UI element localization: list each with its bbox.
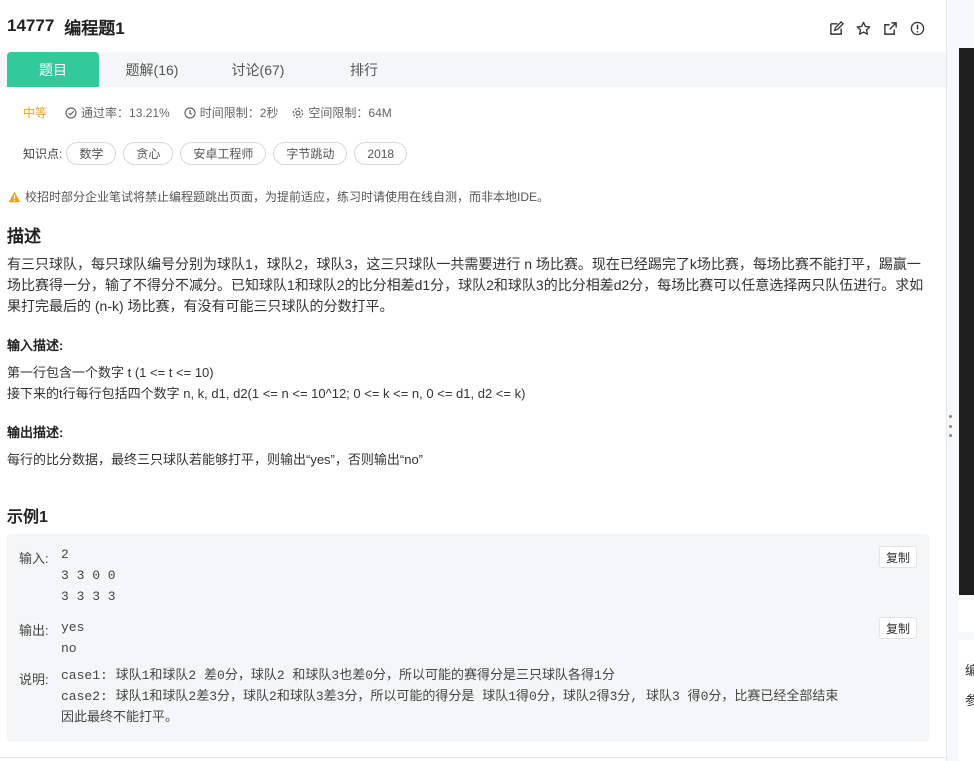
right-panel-text: 编 <box>965 663 974 678</box>
tab-solutions[interactable]: 题解(16) <box>99 52 205 87</box>
example-output-label: 输出: <box>19 623 49 638</box>
knowledge-tags: 知识点: 数学 贪心 安卓工程师 字节跳动 2018 <box>23 142 414 165</box>
example-input-label: 输入: <box>19 551 49 566</box>
info-icon[interactable] <box>909 20 926 37</box>
difficulty-badge: 中等 <box>23 106 48 120</box>
example-note-label: 说明: <box>19 672 49 687</box>
input-desc-line2: 接下来的t行每行包括四个数字 n, k, d1, d2(1 <= n <= 10… <box>7 386 526 401</box>
editor-toolbar <box>959 600 974 632</box>
clock-icon <box>184 106 196 119</box>
example-note-line: case2: 球队1和球队2差3分，球队2和球队3差3分，所以可能的得分是 球队… <box>61 689 839 704</box>
description-text: 有三只球队，每只球队编号分别为球队1，球队2，球队3，这三只球队一共需要进行 n… <box>7 256 924 314</box>
time-limit-text: 时间限制：2秒 <box>199 106 279 120</box>
tag-item[interactable]: 字节跳动 <box>273 142 348 165</box>
example-output-line: no <box>61 641 77 656</box>
input-desc-heading: 输入描述: <box>7 338 64 353</box>
problem-tabs: 题目 题解(16) 讨论(67) 排行 <box>0 52 946 87</box>
problem-meta: 中等 通过率：13.21% 时间限制：2秒 空间限制：64M <box>23 104 406 121</box>
example-note: case1: 球队1和球队2 差0分，球队2 和球队3也差0分，所以可能的赛得分… <box>61 665 838 728</box>
example-input-line: 2 <box>61 547 69 562</box>
divider <box>0 757 946 758</box>
tab-problem[interactable]: 题目 <box>7 52 99 87</box>
example-output-line: yes <box>61 620 85 635</box>
panel-resize-handle[interactable] <box>946 415 954 437</box>
example-output: yes no <box>61 617 84 659</box>
share-icon[interactable] <box>882 20 899 37</box>
problem-id: 14777 <box>7 16 55 35</box>
tab-ranking[interactable]: 排行 <box>311 52 417 87</box>
example-input: 2 3 3 0 0 3 3 3 3 <box>61 544 116 607</box>
tag-item[interactable]: 2018 <box>354 142 408 165</box>
space-limit: 空间限制：64M <box>292 104 392 121</box>
description-heading: 描述 <box>7 227 41 246</box>
output-desc-heading: 输出描述: <box>7 425 64 440</box>
star-icon[interactable] <box>855 20 872 37</box>
header-actions <box>828 20 926 37</box>
tags-label: 知识点: <box>23 147 63 161</box>
input-desc-line1: 第一行包含一个数字 t (1 <= t <= 10) <box>7 365 214 380</box>
right-panel: 编 参 <box>946 0 974 761</box>
pass-rate-text: 通过率：13.21% <box>81 106 170 120</box>
check-circle-icon <box>65 106 77 119</box>
example-input-line: 3 3 0 0 <box>61 568 116 583</box>
right-panel-text: 参 <box>965 693 974 708</box>
tag-item[interactable]: 贪心 <box>123 142 174 165</box>
tab-discussion[interactable]: 讨论(67) <box>205 52 311 87</box>
example-note-line: 因此最终不能打平。 <box>61 710 179 725</box>
example-box: 输入: 23 3 0 03 3 3 3 复制 输出: yes no 复制 说明: … <box>7 534 929 742</box>
problem-panel: 14777 编程题1 题目 题解(16) 讨论(67) 排行 中等 通过率：13… <box>0 0 946 761</box>
tag-item[interactable]: 安卓工程师 <box>180 142 267 165</box>
edit-icon[interactable] <box>828 20 845 37</box>
warning-text: 校招时部分企业笔试将禁止编程题跳出页面，为提前适应，练习时请使用在线自测，而非本… <box>25 190 550 204</box>
exam-warning: 校招时部分企业笔试将禁止编程题跳出页面，为提前适应，练习时请使用在线自测，而非本… <box>8 188 549 205</box>
problem-header: 14777 编程题1 <box>0 0 946 52</box>
copy-output-button[interactable]: 复制 <box>878 617 917 639</box>
copy-input-button[interactable]: 复制 <box>878 546 917 568</box>
tag-item[interactable]: 数学 <box>66 142 117 165</box>
example-input-line: 3 3 3 3 <box>61 589 116 604</box>
example-heading: 示例1 <box>7 509 48 526</box>
code-editor-area[interactable] <box>959 48 974 595</box>
space-limit-text: 空间限制：64M <box>308 106 392 120</box>
problem-title: 编程题1 <box>64 18 125 38</box>
warning-icon <box>8 191 21 202</box>
gear-icon <box>293 107 304 118</box>
output-desc-line1: 每行的比分数据，最终三只球队若能够打平，则输出“yes”，否则输出“no” <box>7 452 424 467</box>
pass-rate: 通过率：13.21% <box>65 104 170 121</box>
time-limit: 时间限制：2秒 <box>184 104 279 121</box>
example-note-line: case1: 球队1和球队2 差0分，球队2 和球队3也差0分，所以可能的赛得分… <box>61 668 615 683</box>
